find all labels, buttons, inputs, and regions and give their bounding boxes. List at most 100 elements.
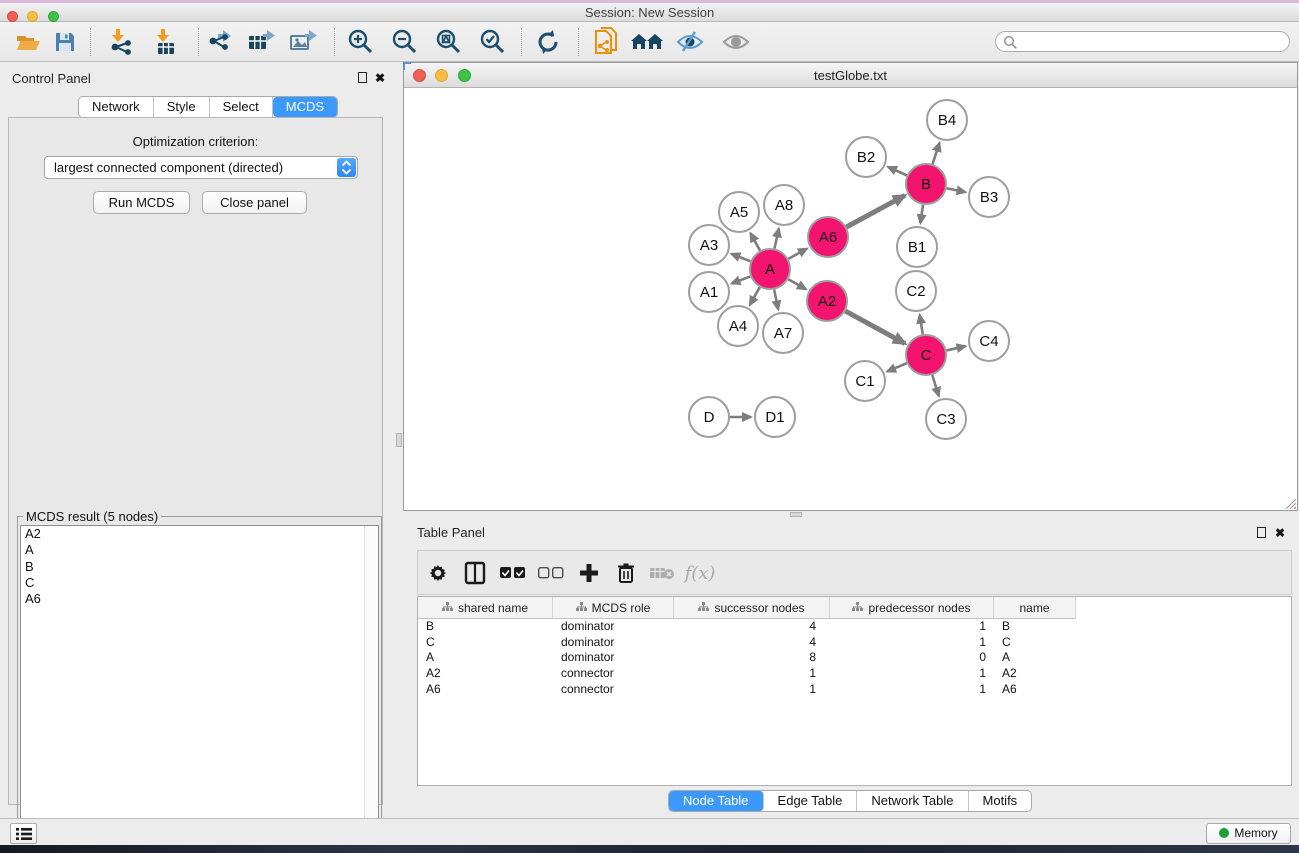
- cell[interactable]: 0: [830, 650, 994, 666]
- edge-C-C4[interactable]: [946, 346, 965, 350]
- node-A2[interactable]: A2: [807, 281, 847, 321]
- export-table-icon[interactable]: [244, 26, 278, 58]
- tab-motifs[interactable]: Motifs: [969, 791, 1032, 811]
- mcds-result-list[interactable]: A2ABCA6: [20, 525, 379, 852]
- edge-A-A3[interactable]: [731, 254, 750, 262]
- tab-mcds[interactable]: MCDS: [273, 97, 337, 117]
- column-header-MCDS-role[interactable]: MCDS role: [553, 597, 674, 619]
- run-mcds-button[interactable]: Run MCDS: [93, 191, 190, 214]
- node-A1[interactable]: A1: [689, 272, 729, 312]
- tab-style[interactable]: Style: [154, 97, 210, 117]
- edge-A6-B[interactable]: [846, 195, 904, 227]
- cell[interactable]: 1: [830, 635, 994, 651]
- cell[interactable]: A2: [418, 666, 553, 682]
- criterion-dropdown[interactable]: largest connected component (directed): [44, 156, 358, 179]
- close-panel-button[interactable]: Close panel: [202, 191, 307, 214]
- cell[interactable]: 8: [674, 650, 830, 666]
- result-list-item[interactable]: A2: [21, 526, 378, 542]
- float-table-panel-icon[interactable]: [1257, 527, 1266, 538]
- edge-B-B4[interactable]: [933, 143, 940, 164]
- deselect-all-icon[interactable]: [535, 557, 567, 589]
- node-table[interactable]: shared nameMCDS rolesuccessor nodesprede…: [417, 596, 1292, 786]
- cell[interactable]: A6: [418, 682, 553, 698]
- export-image-icon[interactable]: [286, 26, 320, 58]
- column-header-shared-name[interactable]: shared name: [418, 597, 553, 619]
- refresh-icon[interactable]: [531, 26, 565, 58]
- edge-B-B1[interactable]: [920, 205, 923, 223]
- edge-B-B3[interactable]: [947, 188, 966, 192]
- network-window-titlebar[interactable]: testGlobe.txt: [404, 63, 1297, 88]
- cell[interactable]: 1: [674, 666, 830, 682]
- cell[interactable]: dominator: [553, 635, 674, 651]
- show-eye-icon[interactable]: [719, 26, 753, 58]
- import-network-icon[interactable]: [104, 26, 138, 58]
- cell[interactable]: B: [418, 619, 553, 635]
- edge-C-C3[interactable]: [932, 375, 939, 396]
- network-file-icon[interactable]: [589, 26, 623, 58]
- select-all-icon[interactable]: [497, 557, 529, 589]
- zoom-selected-icon[interactable]: [476, 26, 510, 58]
- table-row[interactable]: Cdominator41C: [418, 635, 1291, 651]
- cell[interactable]: dominator: [553, 650, 674, 666]
- close-panel-icon[interactable]: ✖: [375, 72, 385, 84]
- search-input[interactable]: [1020, 33, 1282, 50]
- cell[interactable]: C: [418, 635, 553, 651]
- node-A[interactable]: A: [750, 249, 790, 289]
- node-C3[interactable]: C3: [926, 399, 966, 439]
- node-B1[interactable]: B1: [897, 227, 937, 267]
- node-D[interactable]: D: [689, 397, 729, 437]
- network-canvas[interactable]: B4B2BB3A5A8A6B1A3AA1C2A2A4A7C4CC1C3DD1: [404, 88, 1297, 510]
- table-row[interactable]: Bdominator41B: [418, 619, 1291, 635]
- edge-A-A5[interactable]: [750, 233, 760, 250]
- result-list-item[interactable]: A6: [21, 591, 378, 607]
- node-C[interactable]: C: [906, 335, 946, 375]
- result-list-item[interactable]: B: [21, 559, 378, 575]
- node-C4[interactable]: C4: [969, 321, 1009, 361]
- tab-edge-table[interactable]: Edge Table: [764, 791, 858, 811]
- scrollbar[interactable]: [364, 526, 378, 851]
- tab-network[interactable]: Network: [79, 97, 154, 117]
- network-view-window[interactable]: testGlobe.txt B4B2BB3A5A8A6B1A3AA1C2A2A4…: [403, 62, 1298, 511]
- search-field[interactable]: [995, 31, 1290, 52]
- cell[interactable]: A: [994, 650, 1076, 666]
- cell[interactable]: connector: [553, 682, 674, 698]
- tab-network-table[interactable]: Network Table: [857, 791, 968, 811]
- cell[interactable]: 1: [830, 619, 994, 635]
- result-list-item[interactable]: C: [21, 575, 378, 591]
- zoom-out-icon[interactable]: [388, 26, 422, 58]
- tab-node-table[interactable]: Node Table: [669, 791, 764, 811]
- node-A8[interactable]: A8: [764, 185, 804, 225]
- save-icon[interactable]: [48, 26, 82, 58]
- cell[interactable]: B: [994, 619, 1076, 635]
- cell[interactable]: connector: [553, 666, 674, 682]
- cell[interactable]: A: [418, 650, 553, 666]
- cell[interactable]: 1: [830, 682, 994, 698]
- cell[interactable]: 1: [830, 666, 994, 682]
- edge-C-C2[interactable]: [920, 315, 923, 335]
- edge-A2-C[interactable]: [845, 311, 904, 343]
- float-panel-icon[interactable]: [358, 72, 367, 83]
- node-A5[interactable]: A5: [719, 192, 759, 232]
- table-row[interactable]: Adominator80A: [418, 650, 1291, 666]
- zoom-fit-icon[interactable]: [432, 26, 466, 58]
- node-B2[interactable]: B2: [846, 137, 886, 177]
- export-network-icon[interactable]: [203, 26, 237, 58]
- edge-A-A4[interactable]: [750, 287, 760, 305]
- column-header-predecessor-nodes[interactable]: predecessor nodes: [830, 597, 994, 619]
- node-A3[interactable]: A3: [689, 225, 729, 265]
- column-chooser-icon[interactable]: [459, 557, 491, 589]
- node-A7[interactable]: A7: [763, 313, 803, 353]
- resize-grip-icon[interactable]: [1283, 496, 1296, 509]
- cell[interactable]: 4: [674, 635, 830, 651]
- cell[interactable]: A6: [994, 682, 1076, 698]
- result-list-item[interactable]: A: [21, 542, 378, 558]
- network-graph[interactable]: B4B2BB3A5A8A6B1A3AA1C2A2A4A7C4CC1C3DD1: [404, 88, 1297, 510]
- cell[interactable]: 1: [674, 682, 830, 698]
- node-D1[interactable]: D1: [755, 397, 795, 437]
- edge-C-C1[interactable]: [887, 363, 907, 371]
- node-B3[interactable]: B3: [969, 177, 1009, 217]
- zoom-in-icon[interactable]: [344, 26, 378, 58]
- table-row[interactable]: A2connector11A2: [418, 666, 1291, 682]
- import-table-icon[interactable]: [149, 26, 183, 58]
- cell[interactable]: C: [994, 635, 1076, 651]
